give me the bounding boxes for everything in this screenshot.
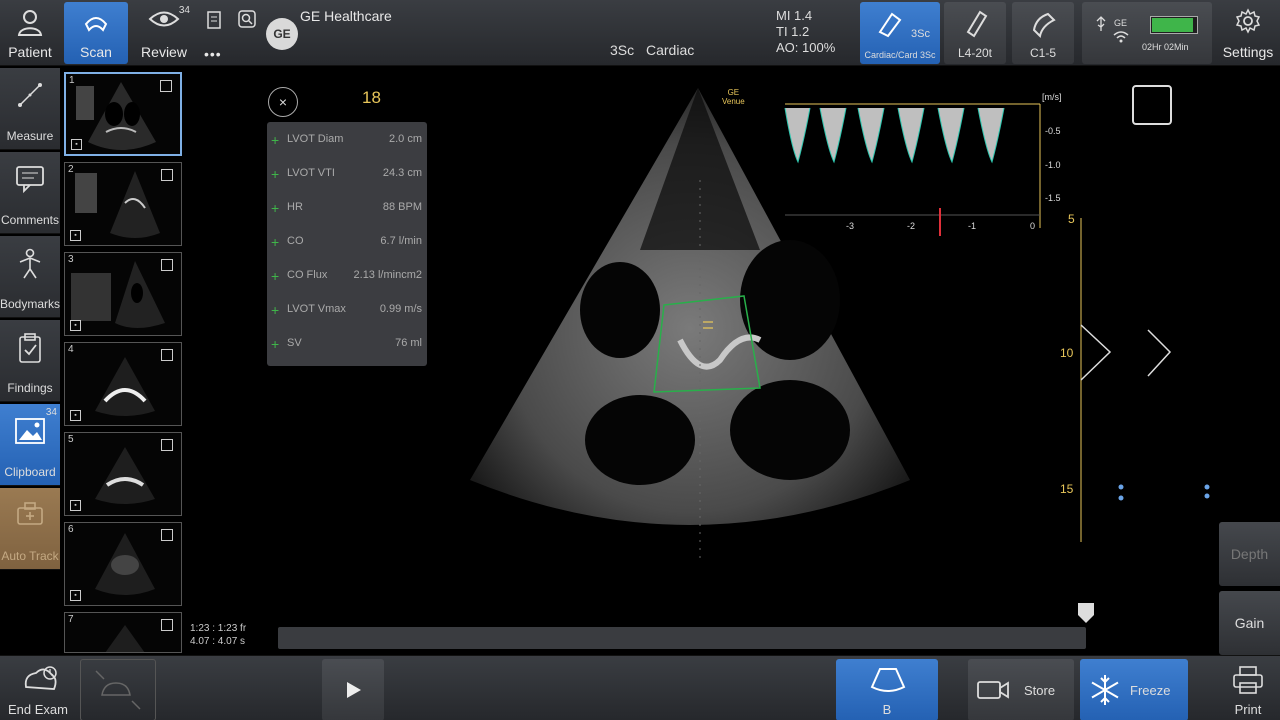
cine-time: 4.07 : 4.07 s bbox=[190, 636, 246, 647]
add-icon: + bbox=[271, 200, 280, 216]
measurement-row[interactable]: + SV 76 ml bbox=[267, 326, 427, 360]
marker-dot bbox=[1204, 493, 1210, 499]
doppler-y-tick: -1.5 bbox=[1045, 193, 1061, 203]
cine-time-readout: 1:23 : 1:23 fr 4.07 : 4.07 s bbox=[190, 622, 246, 648]
snowflake-icon bbox=[1091, 675, 1119, 705]
measurement-label: CO bbox=[287, 235, 304, 247]
measurement-row[interactable]: + CO 6.7 l/min bbox=[267, 224, 427, 258]
measurement-label: LVOT Vmax bbox=[287, 303, 346, 315]
add-icon: + bbox=[271, 268, 280, 284]
doppler-x-tick: -2 bbox=[907, 221, 916, 231]
b-mode-icon bbox=[870, 668, 906, 692]
left-atrium-chamber bbox=[580, 262, 660, 358]
focus-chevron-icon[interactable] bbox=[1147, 329, 1172, 377]
depth-button[interactable]: Depth bbox=[1219, 522, 1280, 586]
depth-tick: 15 bbox=[1060, 482, 1074, 496]
doppler-waveforms bbox=[784, 107, 1005, 164]
cine-slider-handle[interactable] bbox=[1076, 601, 1096, 627]
marker-dot bbox=[1118, 484, 1124, 490]
freeze-button[interactable]: Freeze bbox=[1080, 659, 1188, 720]
doppler-x-tick: -3 bbox=[846, 221, 855, 231]
doppler-unit: [m/s] bbox=[1042, 92, 1062, 102]
depth-tick: 10 bbox=[1060, 346, 1074, 360]
end-exam-button[interactable]: End Exam bbox=[2, 659, 74, 720]
measurement-value: 76 ml bbox=[395, 337, 422, 349]
capture-thumbnail-button[interactable] bbox=[80, 659, 156, 720]
play-button[interactable] bbox=[322, 659, 384, 720]
lower-right-chamber bbox=[730, 380, 850, 480]
measurement-label: SV bbox=[287, 337, 302, 349]
measurement-label: LVOT VTI bbox=[287, 167, 335, 179]
doppler-beat bbox=[897, 107, 925, 164]
cine-timeline[interactable] bbox=[278, 627, 1086, 649]
end-exam-label: End Exam bbox=[8, 702, 68, 717]
printer-icon bbox=[1233, 666, 1263, 694]
measurement-panel: + LVOT Diam 2.0 cm + LVOT VTI 24.3 cm + … bbox=[267, 122, 427, 366]
close-measurements-button[interactable]: × bbox=[268, 87, 298, 117]
marker-dot bbox=[1204, 484, 1210, 490]
measurement-label: HR bbox=[287, 201, 303, 213]
focus-marker-left[interactable] bbox=[1080, 324, 1112, 381]
add-icon: + bbox=[271, 234, 280, 250]
b-mode-label: B bbox=[882, 702, 892, 717]
measurement-label: CO Flux bbox=[287, 269, 328, 281]
doppler-beat bbox=[784, 107, 811, 164]
cine-frames: 1:23 : 1:23 fr bbox=[190, 623, 247, 634]
measurement-row[interactable]: + LVOT Vmax 0.99 m/s bbox=[267, 292, 427, 326]
doppler-x-tick: -1 bbox=[968, 221, 977, 231]
add-icon: + bbox=[271, 132, 280, 148]
doppler-beat bbox=[857, 107, 885, 164]
lower-left-chamber bbox=[585, 395, 695, 485]
measurement-value: 0.99 m/s bbox=[379, 303, 422, 315]
add-icon: + bbox=[271, 166, 280, 182]
measurement-value: 2.0 cm bbox=[388, 133, 422, 145]
doppler-beat bbox=[977, 107, 1005, 164]
measurement-row[interactable]: + HR 88 BPM bbox=[267, 190, 427, 224]
doppler-beat bbox=[819, 107, 847, 164]
measurement-row[interactable]: + LVOT VTI 24.3 cm bbox=[267, 156, 427, 190]
measurement-value: 88 BPM bbox=[382, 201, 422, 213]
measurement-row[interactable]: + CO Flux 2.13 l/mincm2 bbox=[267, 258, 427, 292]
frame-counter: 18 bbox=[362, 88, 381, 107]
freeze-label: Freeze bbox=[1130, 683, 1171, 698]
measurement-value: 2.13 l/mincm2 bbox=[353, 269, 422, 281]
doppler-y-tick: -1.0 bbox=[1045, 160, 1061, 170]
store-label: Store bbox=[1024, 683, 1056, 698]
b-mode-button[interactable]: B bbox=[836, 659, 938, 720]
print-label: Print bbox=[1234, 702, 1262, 717]
bottom-toolbar: End Exam B Store Freeze Print bbox=[0, 655, 1280, 720]
add-icon: + bbox=[271, 336, 280, 352]
store-button[interactable]: Store bbox=[968, 659, 1074, 720]
capture-icon bbox=[95, 670, 141, 710]
doppler-x-tick: 0 bbox=[1030, 221, 1036, 231]
vendor-label: GE Venue bbox=[722, 88, 745, 106]
measurement-label: LVOT Diam bbox=[287, 133, 344, 145]
end-exam-icon bbox=[24, 666, 57, 690]
play-icon bbox=[347, 682, 361, 698]
print-button[interactable]: Print bbox=[1218, 659, 1278, 720]
depth-tick: 5 bbox=[1068, 212, 1075, 226]
measurement-value: 6.7 l/min bbox=[380, 235, 422, 247]
roi-toggle-button[interactable] bbox=[1132, 85, 1172, 125]
doppler-beat bbox=[937, 107, 965, 164]
doppler-y-tick: -0.5 bbox=[1045, 126, 1061, 136]
add-icon: + bbox=[271, 302, 280, 318]
measurement-row[interactable]: + LVOT Diam 2.0 cm bbox=[267, 122, 427, 156]
gain-button[interactable]: Gain bbox=[1219, 591, 1280, 655]
video-camera-icon bbox=[977, 681, 1009, 699]
marker-dot bbox=[1118, 495, 1124, 501]
right-chamber bbox=[740, 240, 840, 360]
measurement-value: 24.3 cm bbox=[382, 167, 422, 179]
